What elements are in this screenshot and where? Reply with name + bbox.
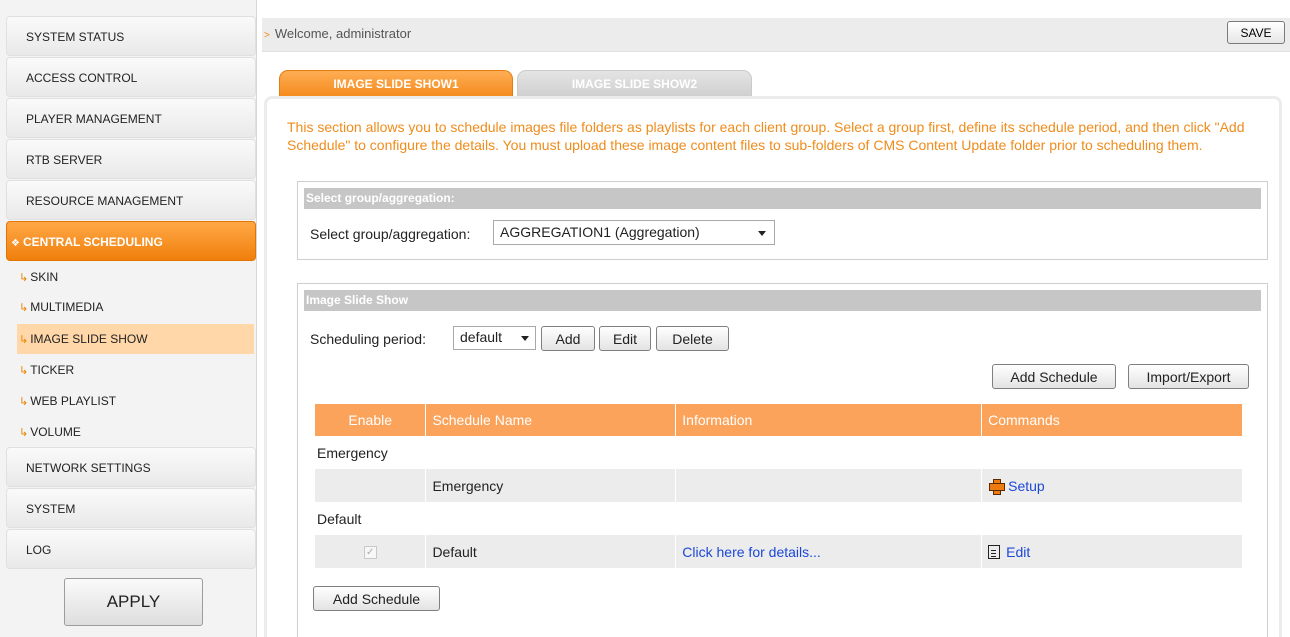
table-group-row: Default [315,502,1243,535]
sidebar-subitem-web-playlist[interactable]: ↳ WEB PLAYLIST [17,386,254,416]
commands-cell: Edit [981,535,1243,568]
group-aggregation-select[interactable]: AGGREGATION1 (Aggregation) [493,220,775,245]
apply-button[interactable]: APPLY [64,578,203,626]
sidebar-item-label: CENTRAL SCHEDULING [23,235,163,249]
intro-text: This section allows you to schedule imag… [287,119,1245,153]
group-name: Default [315,502,1243,535]
chevron-down-icon [758,231,766,236]
diamond-bullet-icon: ❖ [11,238,20,249]
information-cell [675,469,983,502]
details-link[interactable]: Click here for details... [682,544,821,560]
save-button[interactable]: SAVE [1227,21,1285,44]
chevron-down-icon [521,336,529,341]
subitem-arrow-icon: ↳ [19,396,29,408]
image-slide-show-section: Image Slide Show Scheduling period: defa… [297,283,1268,637]
top-bar: > Welcome, administrator SAVE [262,18,1290,52]
sidebar: SYSTEM STATUS ACCESS CONTROL PLAYER MANA… [0,0,257,637]
scheduling-period-select[interactable]: default [453,326,536,350]
schedule-table: Enable Schedule Name Information Command… [315,404,1243,568]
setup-link[interactable]: Setup [1008,478,1045,494]
add-schedule-button[interactable]: Add Schedule [992,364,1116,389]
welcome-text: Welcome, administrator [274,26,412,41]
sidebar-item-log[interactable]: LOG [6,529,256,569]
sidebar-subitem-skin[interactable]: ↳ SKIN [17,262,254,292]
group-select-label: Select group/aggregation: [310,226,471,242]
table-group-row: Emergency [315,436,1243,469]
schedule-name-cell: Default [425,535,677,568]
edit-link[interactable]: Edit [1006,544,1030,560]
sidebar-subitem-ticker[interactable]: ↳ TICKER [17,355,254,385]
column-header-enable: Enable [315,404,427,436]
sidebar-item-access-control[interactable]: ACCESS CONTROL [6,57,256,97]
section-header: Select group/aggregation: [304,188,1261,209]
edit-period-button[interactable]: Edit [599,326,651,351]
tab-image-slide-show1[interactable]: IMAGE SLIDE SHOW1 [279,70,513,98]
group-selection-section: Select group/aggregation: Select group/a… [297,181,1268,260]
enable-checkbox[interactable]: ✓ [363,546,377,560]
sidebar-item-central-scheduling[interactable]: ❖ CENTRAL SCHEDULING [6,221,256,261]
column-header-commands: Commands [981,404,1243,436]
subitem-arrow-icon: ↳ [19,334,29,346]
plus-icon [988,478,1006,495]
document-icon [988,544,1001,559]
subitem-label: SKIN [30,270,59,284]
enable-cell: ✓ [315,535,427,568]
group-name: Emergency [315,436,1243,469]
tab-image-slide-show2[interactable]: IMAGE SLIDE SHOW2 [517,70,752,98]
subitem-arrow-icon: ↳ [19,272,29,284]
sidebar-item-player-management[interactable]: PLAYER MANAGEMENT [6,98,256,138]
commands-cell: Setup [981,469,1243,502]
caret-right-icon: > [264,30,270,41]
information-cell: Click here for details... [675,535,983,568]
delete-period-button[interactable]: Delete [656,326,729,351]
period-select-value: default [460,329,503,345]
sidebar-item-network-settings[interactable]: NETWORK SETTINGS [6,447,256,487]
subitem-label: IMAGE SLIDE SHOW [30,332,148,346]
section-header: Image Slide Show [304,290,1261,311]
table-row: ✓ Default Click here for details... Edit [315,535,1243,568]
subitem-arrow-icon: ↳ [19,427,29,439]
group-select-value: AGGREGATION1 (Aggregation) [500,224,700,240]
subitem-label: WEB PLAYLIST [30,394,117,408]
subitem-label: TICKER [30,363,75,377]
sidebar-item-resource-management[interactable]: RESOURCE MANAGEMENT [6,180,256,220]
welcome-message: > Welcome, administrator [262,26,411,41]
sidebar-subitem-image-slide-show[interactable]: ↳ IMAGE SLIDE SHOW [17,324,254,354]
subitem-arrow-icon: ↳ [19,302,29,314]
sidebar-item-system[interactable]: SYSTEM [6,488,256,528]
table-row: Emergency Setup [315,469,1243,502]
sidebar-item-system-status[interactable]: SYSTEM STATUS [6,16,256,56]
add-period-button[interactable]: Add [541,326,595,351]
sidebar-item-rtb-server[interactable]: RTB SERVER [6,139,256,179]
scheduling-period-label: Scheduling period: [310,331,426,347]
enable-cell [315,469,427,502]
schedule-name-cell: Emergency [425,469,677,502]
column-header-schedule-name: Schedule Name [425,404,677,436]
column-header-information: Information [675,404,983,436]
table-header-row: Enable Schedule Name Information Command… [315,404,1243,436]
sidebar-subitem-multimedia[interactable]: ↳ MULTIMEDIA [17,292,254,322]
sidebar-subitem-volume[interactable]: ↳ VOLUME [17,417,254,447]
subitem-label: MULTIMEDIA [30,300,104,314]
import-export-button[interactable]: Import/Export [1128,364,1249,389]
add-schedule-bottom-button[interactable]: Add Schedule [313,586,440,611]
subitem-label: VOLUME [30,425,81,439]
subitem-arrow-icon: ↳ [19,365,29,377]
